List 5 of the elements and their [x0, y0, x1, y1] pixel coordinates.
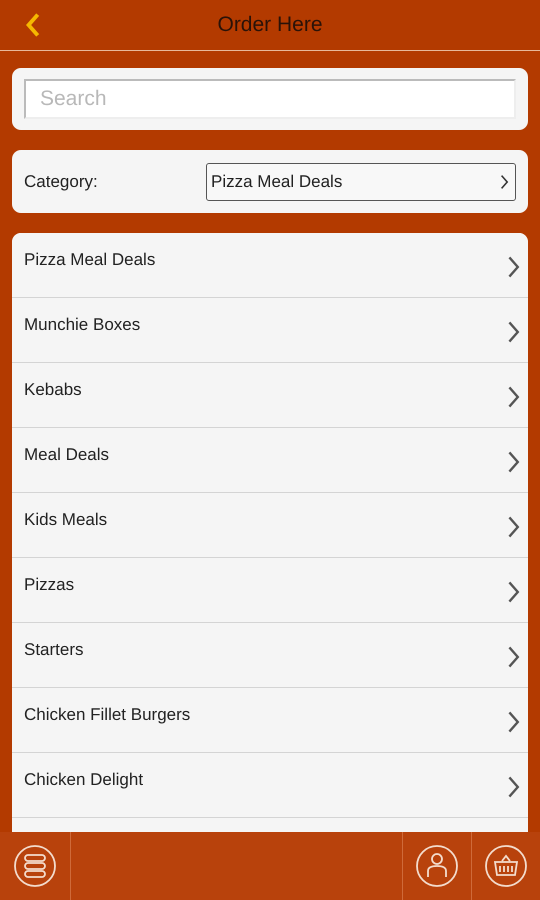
category-label: Category:: [24, 172, 99, 192]
page-title: Order Here: [217, 13, 323, 37]
menu-item[interactable]: Pizza Meal Deals: [12, 233, 528, 298]
search-field[interactable]: Search: [24, 79, 516, 119]
category-select[interactable]: Pizza Meal Deals: [206, 162, 516, 200]
